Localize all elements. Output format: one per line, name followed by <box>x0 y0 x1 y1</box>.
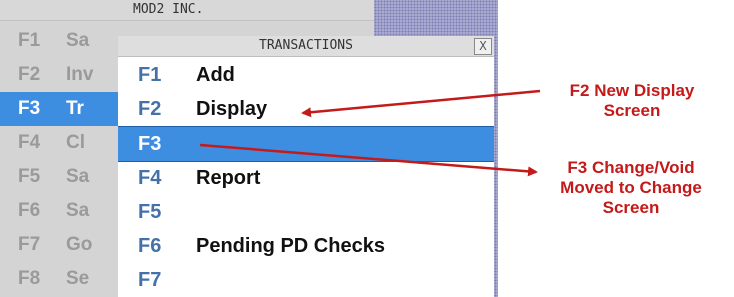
arrow-to-display-option <box>301 89 541 118</box>
annotation-line: F3 Change/Void <box>567 158 695 177</box>
annotation-f3-note: F3 Change/Void Moved to Change Screen <box>540 158 722 218</box>
arrow-from-f3-option <box>199 143 538 177</box>
annotation-line: Screen <box>602 198 660 217</box>
annotation-arrows <box>199 89 541 177</box>
annotation-line: F2 New Display <box>569 81 695 100</box>
annotation-line: Screen <box>603 101 661 120</box>
annotation-line: Moved to Change <box>560 178 702 197</box>
annotation-f2-note: F2 New Display Screen <box>552 81 712 121</box>
